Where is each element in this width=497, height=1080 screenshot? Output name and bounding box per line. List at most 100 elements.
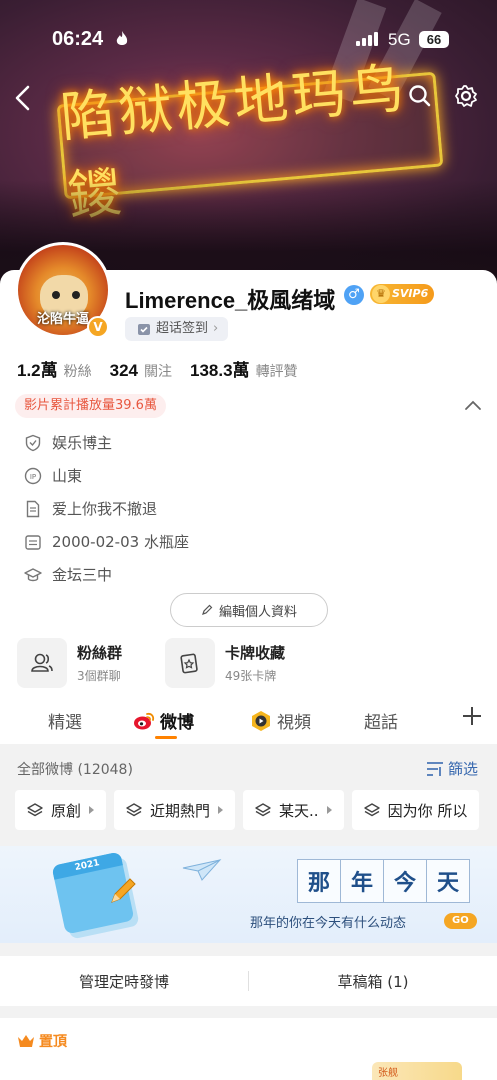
layers-icon <box>126 803 142 817</box>
chip-recent-hot[interactable]: 近期熱門 <box>114 790 236 830</box>
edit-profile-label: 編輯個人資料 <box>218 604 297 620</box>
engagement-stat[interactable]: 138.3萬 轉評贊 <box>190 356 298 381</box>
video-play-count-badge[interactable]: 影片累計播放量39.6萬 <box>15 394 166 418</box>
chip-label: 近期熱門 <box>150 801 211 820</box>
info-row-bio: 爱上你我不撤退 <box>24 492 464 525</box>
card-collection-tile[interactable]: 卡牌收藏 49张卡牌 <box>165 638 291 688</box>
info-text: 金坛三中 <box>52 566 113 584</box>
signal-icon <box>356 32 378 46</box>
post-management-bar: 管理定時發博 草稿箱 (1) <box>0 956 497 1006</box>
checkin-label: 超话签到 <box>156 321 209 336</box>
back-arrow-icon[interactable] <box>12 84 36 112</box>
pinned-text: 置頂 <box>39 1034 67 1050</box>
tab-label: 精選 <box>48 713 82 733</box>
feature-tiles: 粉絲群 3個群聊 卡牌收藏 49张卡牌 <box>17 638 291 688</box>
info-row-ip: IP 山東 <box>24 459 464 492</box>
tab-featured[interactable]: 精選 <box>48 708 82 733</box>
followers-count: 1.2萬 <box>17 361 58 380</box>
battery-icon: 66 <box>419 31 449 48</box>
ip-location-icon: IP <box>24 467 42 484</box>
active-tab-indicator <box>155 736 177 739</box>
profile-tabs: 精選 微博 視頻 超話 <box>0 700 497 744</box>
username: Limerence_极風绪域 <box>125 288 336 313</box>
followers-label: 粉絲 <box>63 364 92 380</box>
card-collection-icon <box>165 638 215 688</box>
chip-label: 因为你 所以 <box>387 801 468 820</box>
caret-right-icon <box>89 806 95 814</box>
filter-button[interactable]: 篩选 <box>426 758 478 779</box>
chip-some-day[interactable]: 某天.. <box>243 790 344 830</box>
title-char: 那 <box>297 859 341 903</box>
video-play-icon <box>252 710 270 731</box>
svip-label: SVIP6 <box>392 287 429 300</box>
chip-because-you[interactable]: 因为你 所以 <box>351 790 480 830</box>
title-char: 天 <box>426 859 470 903</box>
info-row-birthday: 2000-02-03 水瓶座 <box>24 525 464 558</box>
fan-group-tile[interactable]: 粉絲群 3個群聊 <box>17 638 143 688</box>
layers-icon <box>363 803 380 817</box>
layers-icon <box>255 803 271 817</box>
calendar-icon <box>25 534 41 550</box>
chevron-up-icon[interactable] <box>464 398 482 412</box>
pencil-icon <box>202 604 213 615</box>
tile-subtitle: 3個群聊 <box>77 669 121 683</box>
pinned-thumbnail: 张舰 <box>372 1062 462 1080</box>
on-this-day-subtitle: 那年的你在今天有什么动态 <box>250 916 407 931</box>
tile-title: 卡牌收藏 <box>225 644 286 662</box>
crown-icon: ♛ <box>372 285 390 303</box>
weibo-logo-icon <box>134 712 155 729</box>
pencil-illustration-icon <box>111 878 136 903</box>
status-bar: 06:24 5G 66 <box>0 28 497 56</box>
verified-badge-icon: V <box>87 316 109 338</box>
profile-info-list: 娱乐博主 IP 山東 爱上你我不撤退 2000-02-03 水瓶座 金坛三中 <box>24 426 464 591</box>
pinned-post-card[interactable]: 置頂 张舰 <box>0 1018 497 1080</box>
document-icon <box>26 500 40 517</box>
drafts-button[interactable]: 草稿箱 (1) <box>249 971 497 992</box>
info-row-school: 金坛三中 <box>24 558 464 591</box>
go-button[interactable]: GO <box>444 913 477 929</box>
chip-original[interactable]: 原創 <box>15 790 107 830</box>
followers-stat[interactable]: 1.2萬 粉絲 <box>17 356 92 381</box>
title-char: 年 <box>340 859 384 903</box>
supertopic-checkin-button[interactable]: 超话签到 › <box>125 317 229 341</box>
tab-supertopic[interactable]: 超話 <box>364 708 398 733</box>
svip-badge[interactable]: ♛ SVIP6 <box>370 284 435 304</box>
shield-icon <box>25 434 41 451</box>
scheduled-posts-button[interactable]: 管理定時發博 <box>0 971 248 992</box>
filter-icon <box>427 761 443 776</box>
following-count: 324 <box>109 361 139 380</box>
engagement-count: 138.3萬 <box>190 361 250 380</box>
gear-icon[interactable] <box>454 84 478 108</box>
chevron-right-icon: › <box>213 321 219 336</box>
graduation-cap-icon <box>24 567 42 581</box>
profile-stats: 1.2萬 粉絲 324 關注 138.3萬 轉評贊 <box>17 356 316 381</box>
tab-weibo[interactable]: 微博 <box>133 708 194 733</box>
caret-right-icon <box>326 806 332 814</box>
all-weibo-count: 全部微博 (12048) <box>17 762 133 778</box>
engagement-label: 轉評贊 <box>255 364 298 380</box>
status-time: 06:24 <box>52 28 104 50</box>
tile-subtitle: 49张卡牌 <box>225 669 277 683</box>
following-stat[interactable]: 324 關注 <box>110 361 172 381</box>
add-tab-plus-icon[interactable] <box>460 704 484 728</box>
flame-icon <box>116 31 128 45</box>
tab-videos[interactable]: 視頻 <box>250 708 311 733</box>
avatar-eye <box>52 291 60 299</box>
tab-label: 超話 <box>364 713 398 733</box>
chip-label: 原創 <box>51 801 82 820</box>
crown-pin-icon <box>18 1035 34 1047</box>
tab-label: 視頻 <box>277 713 311 733</box>
on-this-day-title: 那 年 今 天 <box>297 859 470 903</box>
title-char: 今 <box>383 859 427 903</box>
caret-right-icon <box>218 806 224 814</box>
info-text: 山東 <box>52 467 83 485</box>
edit-profile-button[interactable]: 編輯個人資料 <box>170 593 328 627</box>
layers-icon <box>27 803 43 817</box>
pinned-label: 置頂 <box>17 1031 67 1051</box>
info-text: 爱上你我不撤退 <box>52 500 158 518</box>
network-type: 5G <box>388 30 411 49</box>
info-text: 娱乐博主 <box>52 434 113 452</box>
chip-label: 某天.. <box>279 801 319 820</box>
male-gender-icon: ♂ <box>344 285 364 305</box>
search-icon[interactable] <box>408 84 432 108</box>
